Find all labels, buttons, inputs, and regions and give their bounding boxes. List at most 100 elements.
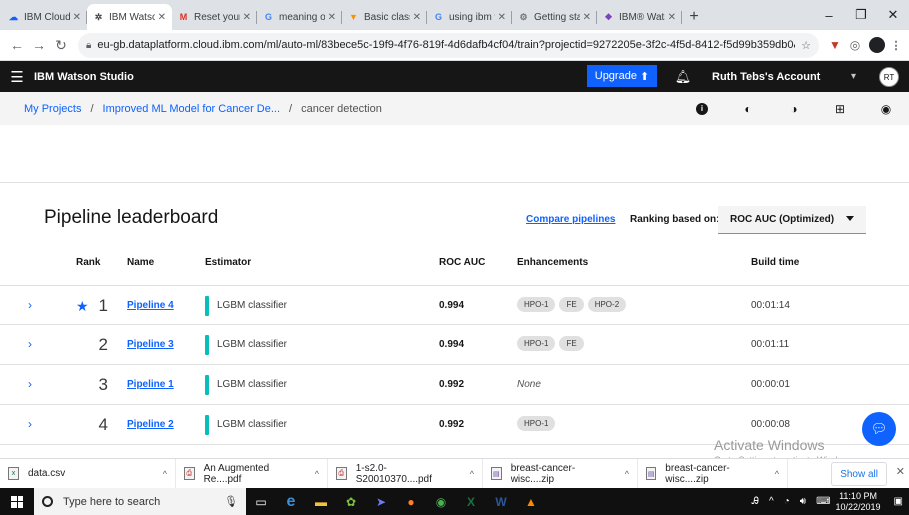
keyboard-icon[interactable]: ⌨ [816,496,830,507]
show-all-downloads-button[interactable]: Show all [831,462,887,486]
notifications-bell-icon[interactable]: 🔔︎ [672,61,694,92]
microphone-icon[interactable]: 🎙︎ [224,495,238,508]
rank-value: 2 [98,335,108,354]
comments-icon[interactable]: ◐ [725,92,771,125]
extension-pocket-icon[interactable]: ▼ [825,38,845,52]
download-item[interactable]: ⎙ An Augmented Re....pdf ^ [176,458,328,489]
app-icon[interactable]: ✿ [336,488,366,515]
taskbar-search-input[interactable]: Type here to search 🎙︎ [34,488,246,515]
column-header-enhancements[interactable]: Enhancements [517,257,588,268]
chevron-up-icon[interactable]: ^ [163,469,167,479]
expand-chevron-icon[interactable]: › [28,377,32,391]
csv-file-icon: x [8,467,19,480]
notifications-icon[interactable]: ▣ [894,496,903,507]
avatar[interactable]: RT [879,67,899,87]
compass-icon[interactable]: ◉ [863,92,909,125]
pipeline-name-link[interactable]: Pipeline 1 [127,379,174,390]
app-brand[interactable]: IBM Watson Studio [34,71,134,83]
expand-chevron-icon[interactable]: › [28,337,32,351]
expand-chevron-icon[interactable]: › [28,298,32,312]
docs-favicon-icon: ⚙ [519,11,528,22]
ranking-metric-select[interactable]: ROC AUC (Optimized) [718,206,866,234]
column-header-rank[interactable]: Rank [76,257,100,268]
expand-chevron-icon[interactable]: › [28,417,32,431]
close-icon[interactable]: ✕ [668,12,676,23]
browser-tab[interactable]: MReset your II✕ [172,4,257,30]
minimize-icon[interactable]: – [813,0,845,30]
pipeline-name-link[interactable]: Pipeline 4 [127,300,174,311]
pipeline-name-link[interactable]: Pipeline 3 [127,339,174,350]
column-header-name[interactable]: Name [127,257,154,268]
upgrade-button[interactable]: Upgrade ⬆ [587,65,657,87]
grid-view-icon[interactable]: ⊞ [817,92,863,125]
new-tab-button[interactable]: + [682,4,706,30]
browser-tab[interactable]: Gmeaning of ✕ [257,4,342,30]
chevron-up-icon[interactable]: ^ [470,469,474,479]
word-icon[interactable]: W [486,488,516,515]
browser-tab[interactable]: ⚙Getting start✕ [512,4,597,30]
download-item[interactable]: ⎙ 1-s2.0-S20010370....pdf ^ [328,458,483,489]
file-explorer-icon[interactable]: ▬ [306,488,336,515]
table-row[interactable]: › 3 Pipeline 1 LGBM classifier 0.992 Non… [0,365,909,405]
app-icon[interactable]: ➤ [366,488,396,515]
download-item[interactable]: x data.csv ^ [0,458,176,489]
column-header-estimator[interactable]: Estimator [205,257,251,268]
browser-tab[interactable]: Gusing ibm w✕ [427,4,512,30]
vlc-icon[interactable]: ▲ [516,488,546,515]
table-row[interactable]: › 2 Pipeline 3 LGBM classifier 0.994 HPO… [0,325,909,365]
info-icon[interactable]: i [679,92,725,125]
clock[interactable]: 11:10 PM 10/22/2019 [836,491,881,513]
chevron-up-icon[interactable]: ^ [625,469,629,479]
close-window-icon[interactable]: ✕ [877,0,909,30]
task-view-icon[interactable]: ▭ [246,488,276,515]
close-icon[interactable]: ✕ [158,12,166,23]
start-button[interactable] [0,488,34,515]
close-icon[interactable]: ✕ [498,12,506,23]
breadcrumb-project[interactable]: Improved ML Model for Cancer De... [103,103,281,115]
chevron-down-icon[interactable]: ▾ [851,61,856,92]
bookmark-star-icon[interactable]: ☆ [801,39,811,52]
hamburger-menu-icon[interactable]: ☰ [0,68,34,86]
reload-icon[interactable]: ↻ [50,37,72,54]
people-icon[interactable]: Ꭿ [752,496,759,507]
close-icon[interactable]: ✕ [328,12,336,23]
breadcrumb-my-projects[interactable]: My Projects [24,103,81,115]
url-input[interactable]: 🔒︎ eu-gb.dataplatform.cloud.ibm.com/ml/a… [78,32,819,58]
enhancement-tags: HPO-1 FE [517,336,584,351]
compare-pipelines-link[interactable]: Compare pipelines [526,214,615,225]
firefox-icon[interactable]: ● [396,488,426,515]
browser-tab[interactable]: ☁IBM Cloud li✕ [2,4,87,30]
browser-tab[interactable]: ▼Basic classifi✕ [342,4,427,30]
network-icon[interactable]: ◔ [784,496,790,507]
close-icon[interactable]: ✕ [583,12,591,23]
excel-icon[interactable]: X [456,488,486,515]
chevron-up-icon[interactable]: ^ [775,469,779,479]
volume-icon[interactable]: 🔊︎ [800,496,806,507]
close-icon[interactable]: ✕ [73,12,81,23]
edge-icon[interactable]: e [276,488,306,515]
browser-tab-active[interactable]: ✲IBM Watson✕ [87,4,172,30]
chat-help-button[interactable]: 💬︎ [862,412,896,446]
show-hidden-icons-chevron-icon[interactable]: ^ [769,496,774,507]
download-item[interactable]: ▤ breast-cancer-wisc....zip ^ [483,458,638,489]
download-item[interactable]: ▤ breast-cancer-wisc....zip ^ [638,458,788,489]
watson-favicon-icon: ✲ [94,11,103,22]
extension-icon[interactable]: ◎ [845,38,865,52]
column-header-roc-auc[interactable]: ROC AUC [439,257,485,268]
back-icon[interactable]: ← [6,37,28,53]
profile-avatar[interactable] [869,37,885,53]
chevron-up-icon[interactable]: ^ [315,469,319,479]
pipeline-name-link[interactable]: Pipeline 2 [127,419,174,430]
browser-tab[interactable]: ❖IBM® Watso✕ [597,4,682,30]
chrome-icon[interactable]: ◉ [426,488,456,515]
close-icon[interactable]: ✕ [413,12,421,23]
account-switcher[interactable]: Ruth Tebs's Account [712,61,820,92]
feedback-icon[interactable]: ◑ [771,92,817,125]
close-icon[interactable]: ✕ [243,12,251,23]
column-header-build-time[interactable]: Build time [751,257,799,268]
close-icon[interactable]: ✕ [896,465,905,478]
restore-icon[interactable]: ❐ [845,0,877,30]
browser-menu-icon[interactable]: ⋮ [889,39,903,52]
table-row[interactable]: › ★ 1 Pipeline 4 LGBM classifier 0.994 H… [0,285,909,325]
forward-icon[interactable]: → [28,37,50,53]
